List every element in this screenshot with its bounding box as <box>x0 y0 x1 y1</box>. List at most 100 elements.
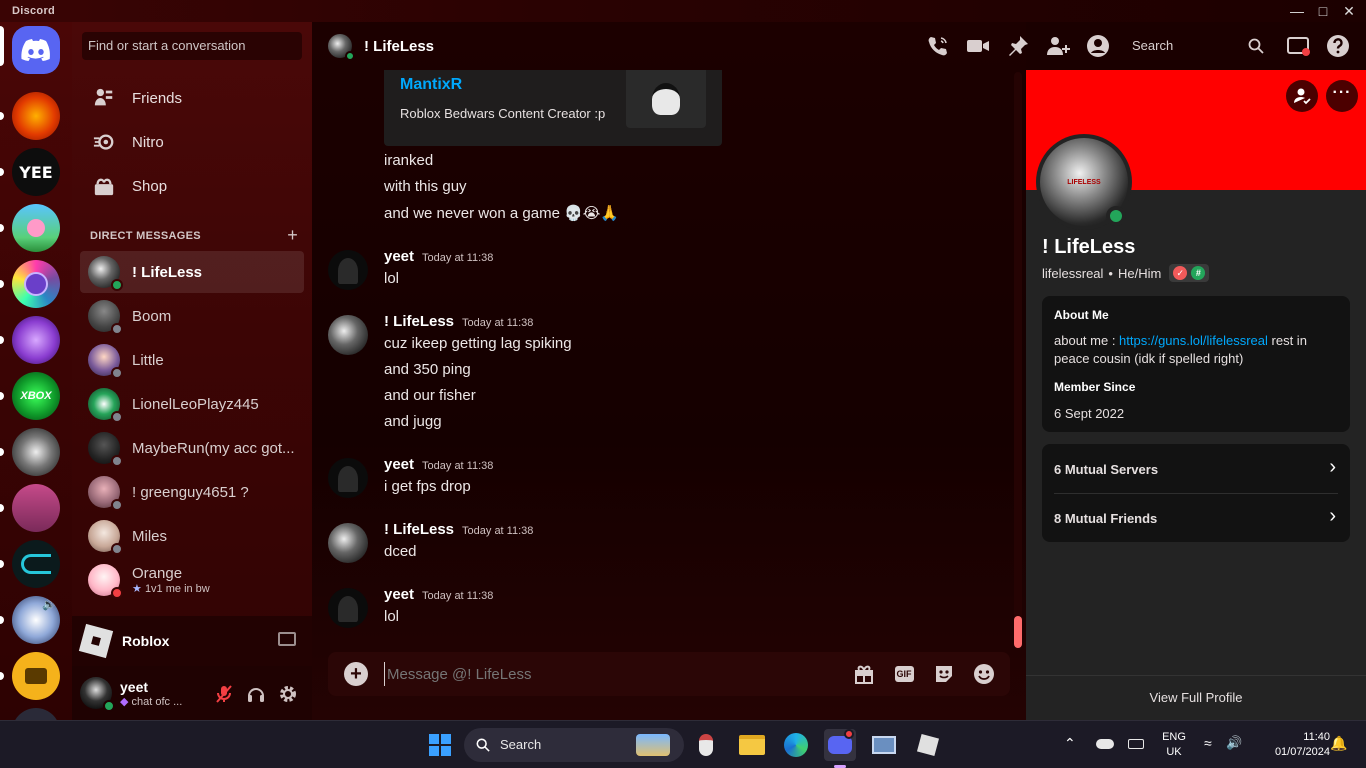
video-call-button[interactable] <box>966 34 990 58</box>
message-line: cuz ikeep getting lag spiking <box>384 335 572 352</box>
message-avatar[interactable] <box>328 588 368 628</box>
message-author[interactable]: yeet <box>384 586 414 603</box>
server-icon-rainbow[interactable] <box>12 260 60 308</box>
help-button[interactable] <box>1326 34 1350 58</box>
taskbar-app-mouse[interactable] <box>690 729 722 761</box>
message-input[interactable] <box>384 662 824 686</box>
language-bottom: UK <box>1166 746 1182 758</box>
profile-footer-divider <box>1026 675 1366 676</box>
server-icon-purple[interactable] <box>12 316 60 364</box>
inbox-button[interactable] <box>1286 34 1310 58</box>
dm-item[interactable]: ! LifeLess <box>80 251 304 293</box>
message-avatar[interactable] <box>328 523 368 563</box>
server-icon-yellow[interactable] <box>12 652 60 700</box>
message-avatar[interactable] <box>328 315 368 355</box>
message-avatar[interactable] <box>328 250 368 290</box>
dm-item[interactable]: LionelLeoPlayz445 <box>80 383 304 425</box>
create-dm-button[interactable]: + <box>287 225 298 246</box>
wifi-icon[interactable]: ≈ <box>1204 735 1212 751</box>
message-author[interactable]: ! LifeLess <box>384 313 454 330</box>
user-avatar[interactable] <box>80 677 115 712</box>
home-button[interactable] <box>12 26 60 74</box>
message-author[interactable]: ! LifeLess <box>384 521 454 538</box>
dm-name: Boom <box>132 307 172 325</box>
mutuals-card: 6 Mutual Servers › 8 Mutual Friends › <box>1042 444 1350 542</box>
profile-username[interactable]: lifelessreal <box>1042 266 1103 281</box>
add-friends-to-dm-button[interactable] <box>1046 34 1070 58</box>
dm-item[interactable]: Orange ★ 1v1 me in bw <box>80 559 304 601</box>
user-info[interactable]: yeet ◆ chat ofc ... <box>120 679 182 708</box>
server-icon-partial[interactable] <box>12 708 60 720</box>
dm-item[interactable]: Little <box>80 339 304 381</box>
find-conversation-button[interactable]: Find or start a conversation <box>82 32 302 60</box>
notification-bell-icon[interactable]: 🔔 <box>1330 735 1347 752</box>
roblox-icon <box>78 623 114 659</box>
message-line: i get fps drop <box>384 478 471 495</box>
gift-button[interactable] <box>852 662 876 686</box>
server-icon-pink[interactable] <box>12 484 60 532</box>
dm-item[interactable]: ! greenguy4651 ? <box>80 471 304 513</box>
message-avatar[interactable] <box>328 458 368 498</box>
taskbar-roblox[interactable] <box>912 729 944 761</box>
screen-share-icon[interactable] <box>278 632 296 646</box>
taskbar-file-explorer[interactable] <box>736 729 768 761</box>
server-icon-c[interactable] <box>12 540 60 588</box>
clock[interactable]: 11:40 01/07/2024 <box>1254 730 1330 760</box>
header-search[interactable]: Search <box>1124 34 1268 58</box>
show-hidden-icons-button[interactable]: ⌃ <box>1064 735 1076 752</box>
deafen-button[interactable] <box>246 684 266 704</box>
message-author[interactable]: yeet <box>384 248 414 265</box>
embed-title[interactable]: MantixR <box>400 76 462 94</box>
nav-nitro[interactable]: Nitro <box>80 122 304 162</box>
pinned-messages-button[interactable] <box>1006 34 1030 58</box>
dm-name: ! greenguy4651 ? <box>132 483 249 501</box>
taskbar-monitor[interactable] <box>868 729 900 761</box>
start-button[interactable] <box>424 729 456 761</box>
hooded-figure-icon <box>652 83 680 115</box>
server-icon-kirby[interactable] <box>12 204 60 252</box>
close-window-button[interactable]: ✕ <box>1332 0 1366 22</box>
scrollbar-track[interactable] <box>1014 72 1022 650</box>
gem-icon: ◆ <box>120 695 129 708</box>
nav-shop[interactable]: Shop <box>80 166 304 206</box>
embed-description: Roblox Bedwars Content Creator :p <box>400 106 606 121</box>
server-icon-mask[interactable] <box>12 428 60 476</box>
mutual-servers-row[interactable]: 6 Mutual Servers › <box>1042 444 1350 493</box>
server-icon-voice[interactable]: 🔊 <box>12 596 60 644</box>
language-indicator[interactable]: ENG UK <box>1156 730 1192 760</box>
dm-item[interactable]: Boom <box>80 295 304 337</box>
dm-item[interactable]: Miles <box>80 515 304 557</box>
profile-avatar[interactable]: LIFELESS <box>1036 134 1132 230</box>
heart-badge-icon[interactable]: ✓ <box>1173 266 1188 280</box>
server-icon-fire[interactable] <box>12 92 60 140</box>
server-icon-xbox[interactable]: XBOX <box>12 372 60 420</box>
user-profile-toggle[interactable] <box>1086 34 1110 58</box>
emoji-button[interactable] <box>972 662 996 686</box>
sticker-button[interactable] <box>932 662 956 686</box>
taskbar-edge[interactable] <box>780 729 812 761</box>
volume-icon[interactable]: 🔊 <box>1226 735 1242 751</box>
mutual-friends-row[interactable]: 8 Mutual Friends › <box>1042 493 1350 542</box>
embed-thumbnail[interactable] <box>626 70 706 128</box>
onedrive-icon[interactable] <box>1096 739 1114 749</box>
dm-name: Little <box>132 351 164 369</box>
view-full-profile-button[interactable]: View Full Profile <box>1026 690 1366 705</box>
nav-friends[interactable]: Friends <box>80 78 304 118</box>
add-friend-button[interactable] <box>1286 80 1318 112</box>
upload-button[interactable]: + <box>344 662 368 686</box>
status-offline-icon <box>111 411 123 423</box>
mute-mic-button[interactable] <box>214 684 234 704</box>
user-settings-button[interactable] <box>278 684 298 704</box>
server-icon-yeet[interactable]: YEE <box>12 148 60 196</box>
more-options-button[interactable]: ··· <box>1326 80 1358 112</box>
gif-button[interactable]: GIF <box>892 662 916 686</box>
scrollbar-thumb[interactable] <box>1014 616 1022 648</box>
taskbar-discord[interactable] <box>824 729 856 768</box>
about-link[interactable]: https://guns.lol/lifelessreal <box>1119 333 1268 348</box>
hash-badge-icon[interactable]: # <box>1191 266 1206 280</box>
voice-call-button[interactable] <box>926 34 950 58</box>
dm-item[interactable]: MaybeRun(my acc got... <box>80 427 304 469</box>
message-author[interactable]: yeet <box>384 456 414 473</box>
keyboard-icon[interactable] <box>1128 739 1144 749</box>
taskbar-search[interactable]: Search <box>464 728 684 762</box>
